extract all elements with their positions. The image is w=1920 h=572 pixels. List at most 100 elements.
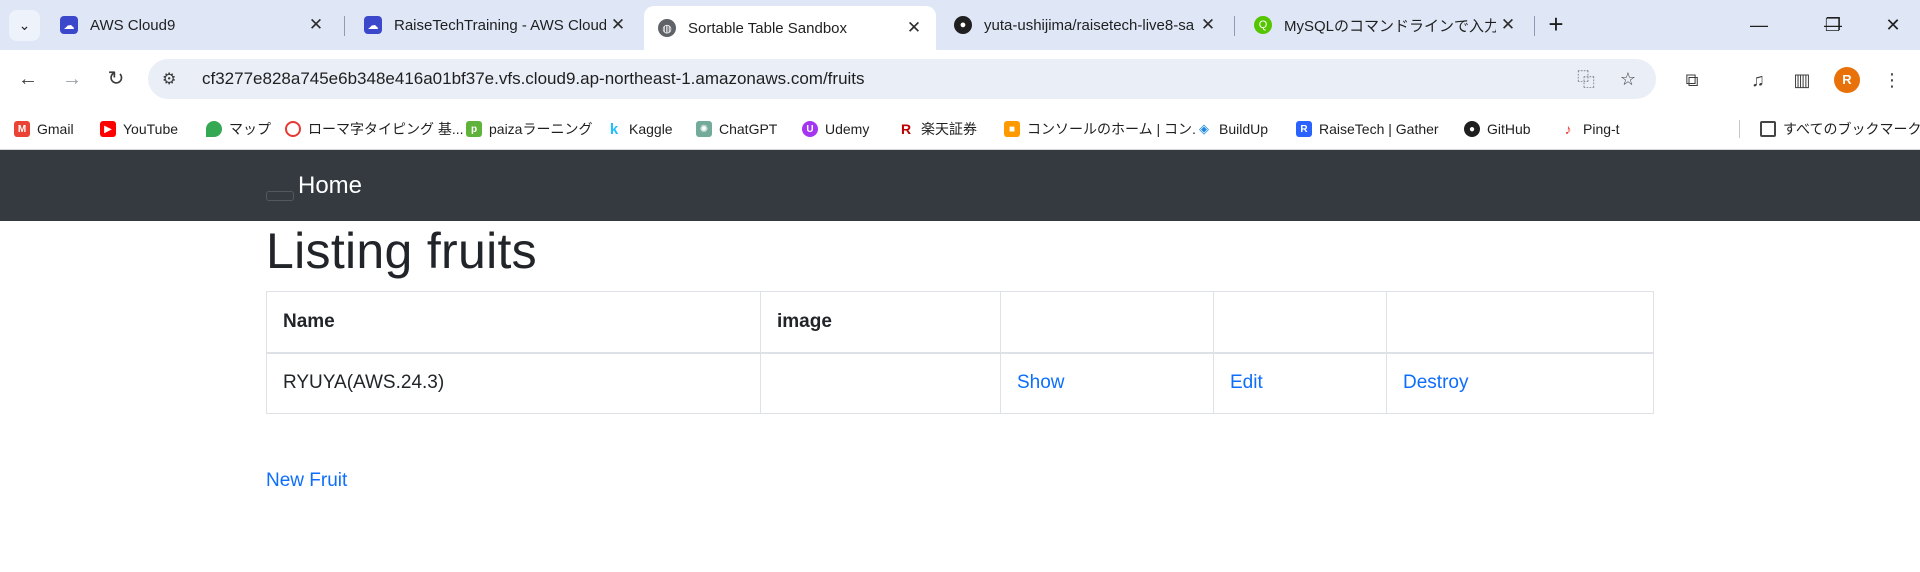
bookmark-label: Kaggle xyxy=(629,121,673,137)
destroy-cell: Destroy xyxy=(1386,352,1654,414)
tab-divider xyxy=(344,16,345,36)
paiza-icon: p xyxy=(466,121,482,137)
bookmark-label: Gmail xyxy=(37,121,74,137)
tab-mysql-article[interactable]: Q MySQLのコマンドラインで入力をキャ ✕ xyxy=(1240,6,1530,44)
tab-title: MySQLのコマンドラインで入力をキャ xyxy=(1284,17,1496,35)
column-header-edit xyxy=(1213,291,1387,354)
edit-link[interactable]: Edit xyxy=(1230,372,1263,393)
bookmark-label: ローマ字タイピング 基... xyxy=(308,121,464,137)
tab-sortable-table-sandbox[interactable]: ◍ Sortable Table Sandbox ✕ xyxy=(644,6,936,50)
close-icon[interactable]: ✕ xyxy=(1196,15,1220,35)
bookmark-label: Udemy xyxy=(825,121,870,137)
menu-dots-icon[interactable]: ⋮ xyxy=(1878,66,1906,94)
bookmark-github[interactable]: ● GitHub xyxy=(1464,117,1531,141)
globe-icon: ◍ xyxy=(658,19,676,37)
bookmark-kaggle[interactable]: k Kaggle xyxy=(606,117,673,141)
bookmark-rakuten[interactable]: R 楽天証券 xyxy=(898,117,977,141)
window-close-button[interactable]: ✕ xyxy=(1873,10,1913,40)
map-pin-icon xyxy=(206,121,222,137)
show-cell: Show xyxy=(1000,352,1214,414)
profile-avatar[interactable]: R xyxy=(1834,67,1860,93)
gmail-icon: M xyxy=(14,121,30,137)
browser-toolbar: ← → ↻ ⚙ cf3277e828a745e6b348e416a01bf37e… xyxy=(0,50,1920,108)
chatgpt-icon: ✺ xyxy=(696,121,712,137)
bookmark-label: YouTube xyxy=(123,121,179,137)
fruit-image-cell xyxy=(760,352,1001,414)
bookmark-chatgpt[interactable]: ✺ ChatGPT xyxy=(696,117,777,141)
tab-aws-cloud9[interactable]: ☁ AWS Cloud9 ✕ xyxy=(46,6,338,44)
reload-icon: ↻ xyxy=(107,68,125,90)
side-panel-icon[interactable]: ▥ xyxy=(1788,66,1816,94)
new-tab-button[interactable]: + xyxy=(1541,10,1571,40)
window-minimize-button[interactable]: — xyxy=(1739,10,1779,40)
table-row: RYUYA(AWS.24.3) Show Edit Destroy xyxy=(266,352,1654,414)
tab-raisetech-training[interactable]: ☁ RaiseTechTraining - AWS Cloud9 ✕ xyxy=(350,6,640,44)
bookmark-label: ChatGPT xyxy=(719,121,778,137)
bookmark-label: paizaラーニング xyxy=(489,121,593,137)
address-bar[interactable]: ⚙ cf3277e828a745e6b348e416a01bf37e.vfs.c… xyxy=(148,59,1656,99)
edit-cell: Edit xyxy=(1213,352,1387,414)
bookmark-label: Ping-t xyxy=(1583,121,1620,137)
bookmark-typing[interactable]: ローマ字タイピング 基... xyxy=(285,117,464,141)
bookmark-youtube[interactable]: ▶ YouTube xyxy=(100,117,178,141)
bookmark-ping-t[interactable]: ♪ Ping-t xyxy=(1560,117,1620,141)
cloud9-icon: ☁ xyxy=(364,16,382,34)
column-header-destroy xyxy=(1386,291,1654,354)
qiita-icon: Q xyxy=(1254,16,1272,34)
translate-icon[interactable]: ⿻ xyxy=(1572,66,1600,92)
url-text[interactable]: cf3277e828a745e6b348e416a01bf37e.vfs.clo… xyxy=(202,69,1572,89)
back-button[interactable]: ← xyxy=(12,63,44,95)
bookmark-label: マップ xyxy=(229,121,271,137)
tab-search-button[interactable]: ⌄ xyxy=(9,10,40,41)
bookmark-label: すべてのブックマーク xyxy=(1783,121,1920,137)
ping-t-icon: ♪ xyxy=(1560,121,1576,137)
all-bookmarks-folder[interactable]: すべてのブックマーク xyxy=(1760,117,1920,141)
tab-title: Sortable Table Sandbox xyxy=(688,19,848,37)
github-icon: ● xyxy=(1464,121,1480,137)
rakuten-icon: R xyxy=(898,121,914,137)
fruits-table: Name image RYUYA(AWS.24.3) Show Edit Des… xyxy=(266,291,1654,414)
github-icon: ● xyxy=(954,16,972,34)
bookmark-paiza[interactable]: p paizaラーニング xyxy=(466,117,592,141)
close-icon[interactable]: ✕ xyxy=(902,18,926,38)
new-fruit-link[interactable]: New Fruit xyxy=(266,470,347,492)
close-icon[interactable]: ✕ xyxy=(606,15,630,35)
nav-home-link[interactable]: Home xyxy=(298,172,362,200)
star-icon[interactable]: ☆ xyxy=(1614,69,1642,90)
typing-icon xyxy=(285,121,301,137)
bookmark-label: BuildUp xyxy=(1219,121,1269,137)
udemy-icon: U xyxy=(802,121,818,137)
site-navbar: Home xyxy=(0,150,1920,221)
tab-title: RaiseTechTraining - AWS Cloud9 xyxy=(394,16,606,34)
folder-icon xyxy=(1760,121,1776,137)
bookmark-buildup[interactable]: ◈ BuildUp xyxy=(1196,117,1268,141)
bookmark-gmail[interactable]: M Gmail xyxy=(14,117,74,141)
bookmark-label: RaiseTech | Gather xyxy=(1319,121,1439,137)
destroy-link[interactable]: Destroy xyxy=(1403,372,1468,393)
tab-strip: ⌄ ☁ AWS Cloud9 ✕ ☁ RaiseTechTraining - A… xyxy=(0,0,1920,50)
close-icon[interactable]: ✕ xyxy=(304,15,328,35)
navbar-toggler[interactable] xyxy=(266,191,294,201)
site-settings-icon[interactable]: ⚙ xyxy=(162,69,188,89)
extensions-icon[interactable]: ⧉ xyxy=(1678,66,1706,94)
tab-title: yuta-ushijima/raisetech-live8-sa xyxy=(984,16,1195,34)
close-icon[interactable]: ✕ xyxy=(1496,15,1520,35)
bookmark-raisetech-gather[interactable]: R RaiseTech | Gather xyxy=(1296,117,1439,141)
bookmarks-bar: M Gmail ▶ YouTube マップ ローマ字タイピング 基... p paiz… xyxy=(0,108,1920,150)
tab-github-repo[interactable]: ● yuta-ushijima/raisetech-live8-sa ✕ xyxy=(940,6,1230,44)
show-link[interactable]: Show xyxy=(1017,372,1065,393)
window-restore-button[interactable]: ❐ xyxy=(1813,10,1853,40)
arrow-left-icon: ← xyxy=(18,68,38,90)
aws-cube-icon: ■ xyxy=(1004,121,1020,137)
bookmark-divider xyxy=(1739,120,1740,138)
bookmark-aws-console[interactable]: ■ コンソールのホーム | コン... xyxy=(1004,117,1204,141)
bookmark-udemy[interactable]: U Udemy xyxy=(802,117,869,141)
bookmark-label: GitHub xyxy=(1487,121,1531,137)
forward-button[interactable]: → xyxy=(56,63,88,95)
cloud9-icon: ☁ xyxy=(60,16,78,34)
chevron-down-icon: ⌄ xyxy=(18,17,31,33)
bookmark-label: コンソールのホーム | コン... xyxy=(1027,121,1204,137)
media-control-icon[interactable]: ♫ xyxy=(1744,66,1772,94)
bookmark-maps[interactable]: マップ xyxy=(206,117,271,141)
reload-button[interactable]: ↻ xyxy=(100,63,132,95)
